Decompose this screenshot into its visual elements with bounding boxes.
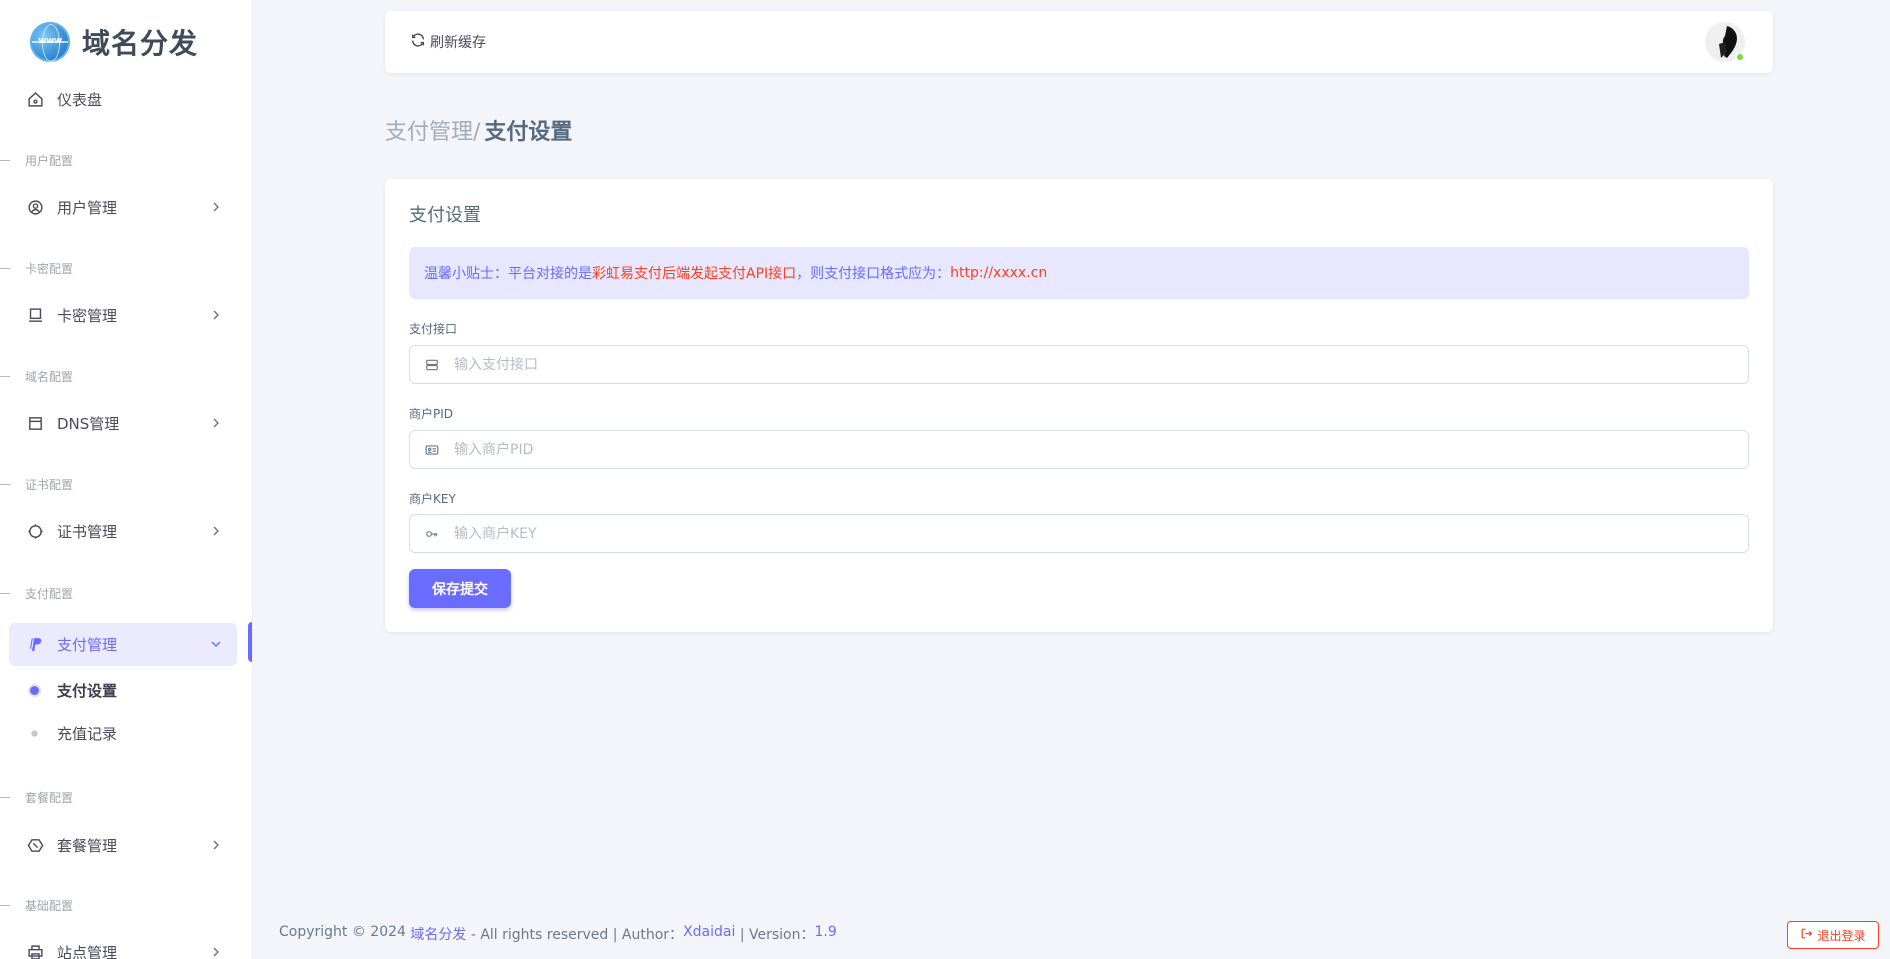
globe-icon: www [30, 22, 70, 62]
key-field[interactable] [409, 514, 1749, 553]
logout-label: 退出登录 [1817, 928, 1866, 943]
pid-input[interactable] [454, 431, 1748, 468]
logout-icon [1800, 927, 1813, 943]
sidebar-item-dns[interactable]: DNS管理 [9, 402, 237, 445]
save-submit-button[interactable]: 保存提交 [409, 569, 511, 608]
chevron-right-icon [209, 945, 223, 959]
chevron-down-icon [209, 637, 223, 651]
pid-field[interactable] [409, 430, 1749, 469]
sidebar-item-payment[interactable]: 支付管理 [9, 623, 237, 666]
paypal-icon [26, 636, 44, 654]
sidebar-item-cards[interactable]: 卡密管理 [9, 294, 237, 337]
api-label: 支付接口 [409, 322, 458, 336]
sidebar: www 域名分发 仪表盘 用户配置 用户管理 卡密配置 卡密管理 域名配置 DN… [0, 0, 253, 959]
tip-alert: 温馨小贴士：平台对接的是 彩虹易支付后端发起支付API接口 ，则支付接口格式应为… [409, 247, 1749, 299]
key-icon [410, 527, 454, 541]
printer-icon [26, 944, 44, 959]
badge-icon [26, 523, 44, 541]
api-input[interactable] [454, 346, 1748, 383]
sidebar-subitem-payment-settings[interactable]: 支付设置 [9, 672, 237, 708]
card-title: 支付设置 [409, 205, 481, 226]
sidebar-subitem-recharge-records[interactable]: 充值记录 [9, 715, 237, 751]
section-title-card: 卡密配置 [0, 259, 252, 277]
chevron-right-icon [209, 308, 223, 322]
footer: Copyright © 2024 域名分发 - All rights reser… [279, 924, 837, 944]
sidebar-subitem-label: 充值记录 [57, 724, 118, 743]
refresh-cache-button[interactable]: 刷新缓存 [410, 32, 486, 52]
sidebar-item-label: 站点管理 [57, 944, 118, 959]
window-icon [26, 415, 44, 433]
online-status-dot [1735, 52, 1745, 62]
sidebar-item-users[interactable]: 用户管理 [9, 186, 237, 229]
cube-icon [26, 837, 44, 855]
chevron-right-icon [209, 838, 223, 852]
active-indicator [248, 622, 252, 662]
chevron-right-icon [209, 200, 223, 214]
sidebar-item-label: 支付管理 [57, 636, 118, 654]
app-title: 域名分发 [82, 27, 199, 60]
api-field[interactable] [409, 345, 1749, 384]
chevron-right-icon [209, 524, 223, 538]
section-title-user: 用户配置 [0, 151, 252, 169]
topbar: 刷新缓存 [385, 11, 1773, 73]
pid-label: 商户PID [409, 407, 454, 421]
key-label: 商户KEY [409, 492, 456, 506]
breadcrumb: 支付管理/ 支付设置 [385, 114, 572, 146]
section-title-package: 套餐配置 [0, 788, 252, 806]
section-title-basic: 基础配置 [0, 896, 252, 914]
sidebar-item-dashboard[interactable]: 仪表盘 [9, 78, 237, 121]
footer-site-link[interactable]: 域名分发 [410, 924, 466, 944]
id-card-icon [410, 443, 454, 457]
chevron-right-icon [209, 416, 223, 430]
refresh-label: 刷新缓存 [430, 35, 486, 51]
bullet-icon [31, 729, 38, 737]
sidebar-item-packages[interactable]: 套餐管理 [9, 824, 237, 867]
payment-settings-card: 支付设置 温馨小贴士：平台对接的是 彩虹易支付后端发起支付API接口 ，则支付接… [385, 179, 1773, 632]
section-title-payment: 支付配置 [0, 584, 252, 602]
sidebar-item-site[interactable]: 站点管理 [9, 931, 237, 959]
home-icon [26, 91, 44, 109]
breadcrumb-parent[interactable]: 支付管理/ [385, 114, 480, 146]
sidebar-item-certs[interactable]: 证书管理 [9, 510, 237, 553]
bullet-icon [30, 685, 39, 695]
page-title: 支付设置 [484, 120, 573, 145]
sidebar-item-label: 仪表盘 [57, 91, 103, 109]
section-title-cert: 证书配置 [0, 475, 252, 493]
sidebar-item-label: DNS管理 [57, 415, 120, 433]
user-circle-icon [26, 199, 44, 217]
sidebar-item-label: 用户管理 [57, 199, 118, 217]
sidebar-item-label: 证书管理 [57, 523, 118, 541]
footer-author-link[interactable]: Xdaidai [683, 924, 735, 944]
sidebar-subitem-label: 支付设置 [57, 681, 118, 700]
server-icon [410, 358, 454, 372]
app-logo[interactable]: www 域名分发 [30, 22, 198, 62]
sidebar-item-label: 套餐管理 [57, 837, 118, 855]
footer-version: 1.9 [814, 924, 837, 940]
laptop-icon [26, 307, 44, 325]
sidebar-item-label: 卡密管理 [57, 307, 118, 325]
section-title-domain: 域名配置 [0, 367, 252, 385]
key-input[interactable] [454, 515, 1748, 552]
logout-button[interactable]: 退出登录 [1787, 921, 1879, 949]
refresh-icon [410, 32, 426, 52]
